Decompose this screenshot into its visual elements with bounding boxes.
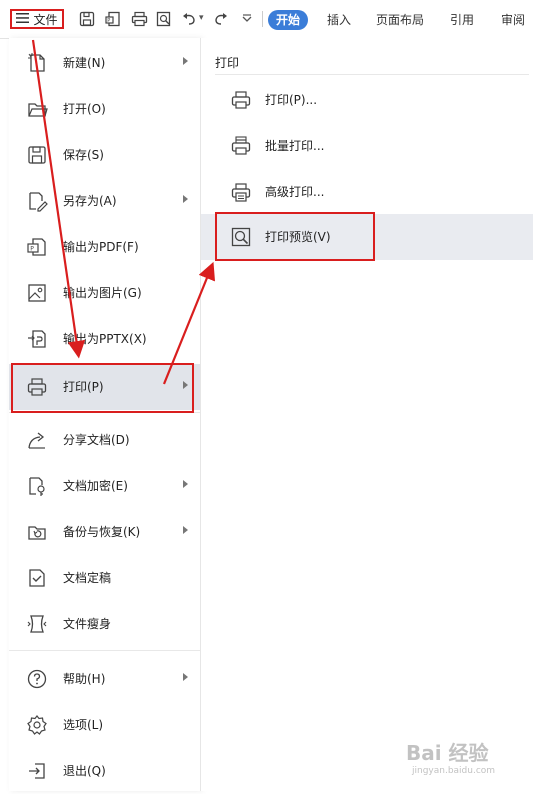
print-preview-icon[interactable] <box>155 10 173 28</box>
print-icon <box>229 89 253 111</box>
menu-label: 输出为图片(G) <box>63 286 142 300</box>
backup-restore-icon <box>25 520 49 544</box>
watermark-url: jingyan.baidu.com <box>412 766 496 776</box>
file-menu-button[interactable]: 文件 <box>10 9 64 29</box>
submenu-label: 批量打印... <box>265 139 325 153</box>
menu-label: 文件瘦身 <box>63 617 112 631</box>
menu-label: 选项(L) <box>63 718 104 732</box>
menu-item-save[interactable]: 保存(S) <box>9 132 200 178</box>
menu-label: 打开(O) <box>63 102 106 116</box>
menu-item-export-image[interactable]: 输出为图片(G) <box>9 270 200 316</box>
menu-label: 输出为PPTX(X) <box>63 332 147 346</box>
menu-item-exit[interactable]: 退出(Q) <box>9 748 200 794</box>
gear-icon <box>25 713 49 737</box>
print-icon[interactable] <box>130 10 148 28</box>
help-icon <box>25 667 49 691</box>
menu-item-export-pptx[interactable]: 输出为PPTX(X) <box>9 316 200 362</box>
save-icon[interactable] <box>78 10 96 28</box>
menu-item-finalize[interactable]: 文档定稿 <box>9 555 200 601</box>
menu-item-slim-file[interactable]: 文件瘦身 <box>9 601 200 647</box>
menu-label: 新建(N) <box>63 56 106 70</box>
svg-text:P: P <box>107 18 110 24</box>
batch-print-icon <box>229 135 253 157</box>
tab-review[interactable]: 审阅 <box>501 10 525 30</box>
submenu-arrow-icon <box>183 480 188 488</box>
menu-label: 备份与恢复(K) <box>63 525 141 539</box>
tab-insert[interactable]: 插入 <box>327 10 351 30</box>
tab-page-layout[interactable]: 页面布局 <box>376 10 424 30</box>
submenu-arrow-icon <box>183 673 188 681</box>
menu-label: 分享文档(D) <box>63 433 130 447</box>
export-pdf-icon: P <box>25 235 49 259</box>
customize-icon[interactable] <box>238 10 256 28</box>
menu-label: 保存(S) <box>63 148 104 162</box>
export-pptx-icon <box>25 327 49 351</box>
file-menu-panel: 新建(N) 打开(O) 保存(S) 另存为(A) P 输出为PDF(F) 输出为… <box>9 38 201 791</box>
submenu-label: 打印(P)... <box>265 93 318 107</box>
undo-dropdown-icon[interactable]: ▾ <box>199 13 204 23</box>
encrypt-document-icon <box>25 474 49 498</box>
save-as-icon <box>25 189 49 213</box>
submenu-arrow-icon <box>183 57 188 65</box>
exit-icon <box>25 759 49 783</box>
submenu-item-advanced-print[interactable]: 高级打印... <box>201 169 533 215</box>
submenu-divider <box>215 74 529 75</box>
toolbar-separator <box>262 11 263 27</box>
menu-item-open[interactable]: 打开(O) <box>9 86 200 132</box>
redo-icon[interactable] <box>212 10 230 28</box>
svg-text:P: P <box>30 246 34 253</box>
menu-label: 退出(Q) <box>63 764 106 778</box>
new-document-icon <box>25 51 49 75</box>
menu-item-new[interactable]: 新建(N) <box>9 40 200 86</box>
tab-home[interactable]: 开始 <box>268 10 309 30</box>
menu-label: 另存为(A) <box>63 194 117 208</box>
save-icon <box>25 143 49 167</box>
print-highlight-box <box>11 363 194 413</box>
menu-item-help[interactable]: 帮助(H) <box>9 656 200 702</box>
file-menu-label: 文件 <box>33 12 58 27</box>
submenu-arrow-icon <box>183 526 188 534</box>
baidu-jingyan-watermark: Bai 经验 jingyan.baidu.com <box>402 735 528 783</box>
menu-label: 帮助(H) <box>63 672 106 686</box>
menu-item-save-as[interactable]: 另存为(A) <box>9 178 200 224</box>
menu-item-share[interactable]: 分享文档(D) <box>9 417 200 463</box>
menu-item-backup-restore[interactable]: 备份与恢复(K) <box>9 509 200 555</box>
menu-label: 文档加密(E) <box>63 479 128 493</box>
submenu-label: 高级打印... <box>265 185 325 199</box>
print-submenu-panel: 打印 打印(P)... 批量打印... 高级打印... 打印预览(V) <box>201 38 533 791</box>
hamburger-icon <box>16 12 30 26</box>
print-preview-highlight-box <box>215 212 375 261</box>
export-pdf-icon[interactable]: P <box>104 10 122 28</box>
tab-references[interactable]: 引用 <box>450 10 474 30</box>
menu-item-encrypt[interactable]: 文档加密(E) <box>9 463 200 509</box>
advanced-print-icon <box>229 181 253 203</box>
menu-item-export-pdf[interactable]: P 输出为PDF(F) <box>9 224 200 270</box>
submenu-header: 打印 <box>215 56 240 70</box>
menu-label: 输出为PDF(F) <box>63 240 139 254</box>
menu-label: 文档定稿 <box>63 571 112 585</box>
finalize-document-icon <box>25 566 49 590</box>
menu-divider <box>9 650 200 651</box>
export-image-icon <box>25 281 49 305</box>
menu-item-options[interactable]: 选项(L) <box>9 702 200 748</box>
open-folder-icon <box>25 97 49 121</box>
slim-file-icon <box>25 612 49 636</box>
submenu-item-print[interactable]: 打印(P)... <box>201 77 533 123</box>
submenu-item-batch-print[interactable]: 批量打印... <box>201 123 533 169</box>
submenu-arrow-icon <box>183 195 188 203</box>
undo-icon[interactable] <box>180 10 198 28</box>
top-toolbar: 文件 P ▾ 开始 插入 页面布局 引用 审阅 <box>0 0 533 39</box>
watermark-text: Bai 经验 <box>406 741 489 765</box>
share-icon <box>25 428 49 452</box>
